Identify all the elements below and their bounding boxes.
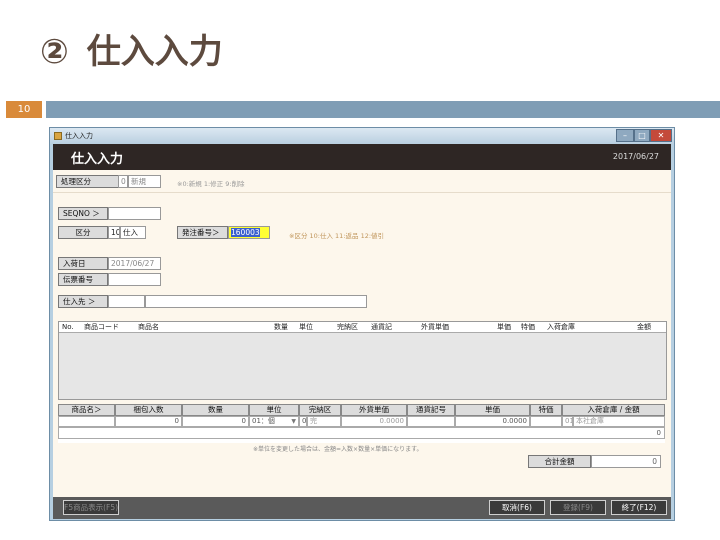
price-header: 単価: [455, 404, 530, 416]
maximize-button[interactable]: □: [634, 129, 650, 142]
separator: [53, 192, 671, 193]
warehouse-amount-header: 入荷倉庫 / 金額: [562, 404, 665, 416]
unit-header: 単位: [249, 404, 299, 416]
chevron-down-icon: ▼: [291, 418, 296, 425]
order-number-button[interactable]: 発注番号＞: [177, 226, 228, 239]
col-product-code: 商品コード: [84, 323, 119, 331]
app-window: 仕入入力 – □ ✕ 仕入入力 2017/06/27 処理区分 0 新規 ※0:…: [49, 127, 675, 521]
slide-title-number: ②: [40, 32, 69, 72]
col-amount: 金額: [637, 323, 651, 331]
product-name-button[interactable]: 商品名＞: [58, 404, 115, 416]
col-currency: 通貨記: [371, 323, 392, 331]
pack-qty-header: 梱包入数: [115, 404, 182, 416]
arrival-date-field[interactable]: 2017/06/27: [108, 257, 161, 270]
foreign-price-header: 外貨単価: [341, 404, 407, 416]
total-amount-field: 0: [591, 455, 661, 468]
supplier-code-field[interactable]: [108, 295, 145, 308]
col-special: 特価: [521, 323, 535, 331]
warehouse-code-field[interactable]: 01: [562, 416, 573, 427]
minimize-button[interactable]: –: [616, 129, 634, 142]
slide-title-text: 仕入入力: [86, 32, 223, 72]
app-body: 仕入入力 2017/06/27 処理区分 0 新規 ※0:新規 1:修正 9:削…: [53, 144, 671, 519]
kanno-code-field[interactable]: 0: [299, 416, 307, 427]
seqno-field[interactable]: [108, 207, 161, 220]
qty-field[interactable]: 0: [182, 416, 249, 427]
col-warehouse: 入荷倉庫: [547, 323, 575, 331]
supplier-button[interactable]: 仕入先 ＞: [58, 295, 108, 308]
qty-header: 数量: [182, 404, 249, 416]
cancel-button[interactable]: 取消(F6): [489, 500, 545, 515]
window-title: 仕入入力: [65, 132, 93, 140]
register-button[interactable]: 登録(F9): [550, 500, 606, 515]
kubun-hint: ※区分 10:仕入 11:返品 12:値引: [289, 232, 385, 240]
currency-header: 通貨記号: [407, 404, 455, 416]
special-field[interactable]: [530, 416, 562, 427]
foreign-price-field[interactable]: 0.0000: [341, 416, 407, 427]
process-type-code-field[interactable]: 0: [118, 175, 128, 188]
col-product-name: 商品名: [138, 323, 159, 331]
header-date: 2017/06/27: [612, 152, 659, 161]
process-type-hint: ※0:新規 1:修正 9:削除: [177, 180, 245, 188]
function-key-bar: F5商品表示(F5) 取消(F6) 登録(F9) 終了(F12): [53, 497, 671, 519]
process-type-name-field: 新規: [128, 175, 161, 188]
window-titlebar[interactable]: 仕入入力 – □ ✕: [50, 128, 674, 144]
screen-title: 仕入入力: [71, 152, 124, 167]
exit-button[interactable]: 終了(F12): [611, 500, 667, 515]
price-field[interactable]: 0.0000: [455, 416, 530, 427]
unit-select[interactable]: 01：個 ▼: [249, 416, 299, 427]
slide-header-bar: [46, 101, 720, 118]
arrival-date-label: 入荷日: [58, 257, 108, 270]
col-unit: 単位: [299, 323, 313, 331]
special-header: 特価: [530, 404, 562, 416]
kanno-header: 完納区: [299, 404, 341, 416]
seqno-button[interactable]: SEQNO ＞: [58, 207, 108, 220]
pack-qty-field[interactable]: 0: [115, 416, 182, 427]
kanno-name-field: 完: [307, 416, 341, 427]
supplier-name-field: [145, 295, 367, 308]
total-amount-label: 合計金額: [528, 455, 591, 468]
kubun-label: 区分: [58, 226, 108, 239]
grid-header: No. 商品コード 商品名 数量 単位 完納区 通貨記 外貨単価 単価 特価 入…: [59, 322, 666, 333]
product-name-field[interactable]: [58, 416, 115, 427]
order-number-field[interactable]: 160003: [228, 226, 270, 239]
line-items-grid[interactable]: No. 商品コード 商品名 数量 単位 完納区 通貨記 外貨単価 単価 特価 入…: [58, 321, 667, 400]
process-type-label: 処理区分: [56, 175, 119, 188]
slip-number-label: 伝票番号: [58, 273, 108, 286]
app-header: 仕入入力 2017/06/27: [53, 144, 671, 170]
unit-change-note: ※単位を変更した場合は、金額=入数×数量×単価になります。: [253, 446, 423, 453]
col-foreign-price: 外貨単価: [421, 323, 449, 331]
order-number-value: 160003: [231, 228, 260, 237]
slide-title: ② 仕入入力: [40, 24, 223, 73]
line-amount-field: 0: [58, 427, 665, 439]
col-kanno: 完納区: [337, 323, 358, 331]
kubun-code-field[interactable]: 10: [108, 226, 120, 239]
product-display-button[interactable]: F5商品表示(F5): [63, 500, 119, 515]
kubun-name-field: 仕入: [120, 226, 146, 239]
close-button[interactable]: ✕: [650, 129, 672, 142]
col-price: 単価: [497, 323, 511, 331]
warehouse-name-field: 本社倉庫: [573, 416, 665, 427]
app-icon: [54, 132, 62, 140]
unit-select-value: 01：個: [252, 417, 275, 425]
detail-entry-table: 商品名＞ 梱包入数 数量 単位 完納区 外貨単価 通貨記号 単価 特価 入荷倉庫…: [58, 404, 665, 443]
col-quantity: 数量: [274, 323, 288, 331]
page-number: 10: [6, 101, 42, 118]
col-no: No.: [62, 323, 74, 331]
currency-field[interactable]: [407, 416, 455, 427]
slip-number-field[interactable]: [108, 273, 161, 286]
